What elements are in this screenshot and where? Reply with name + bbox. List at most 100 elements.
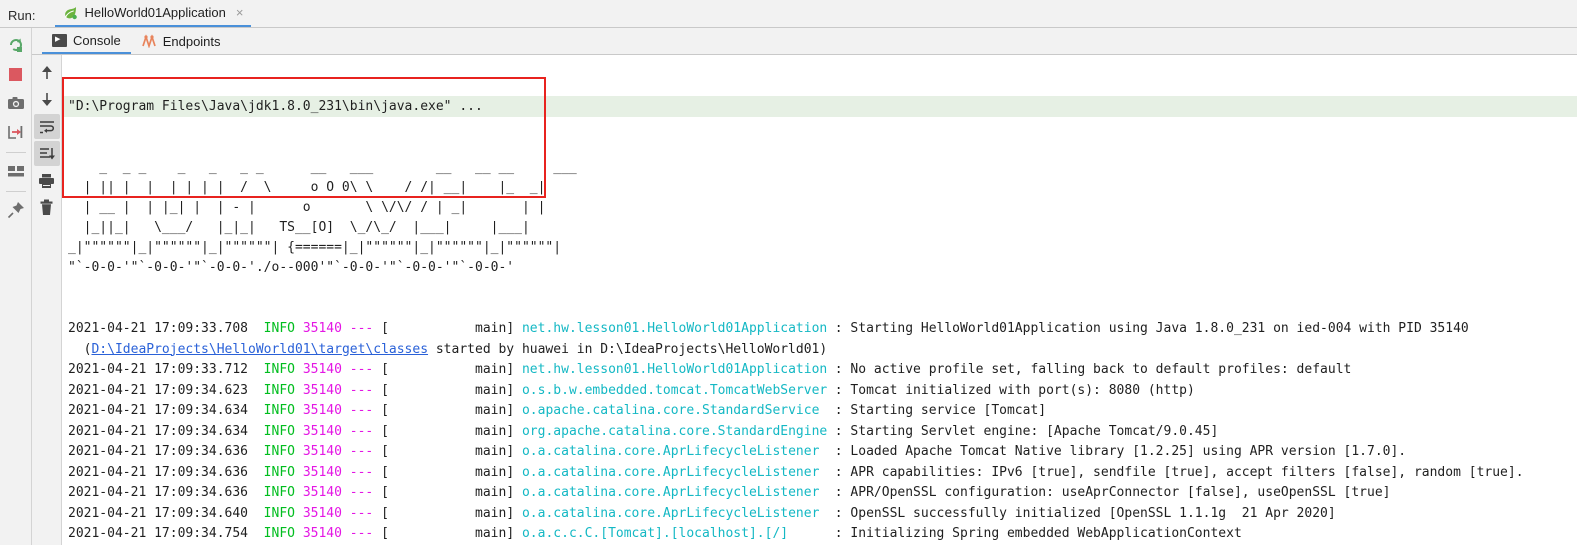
log-message: : Starting Servlet engine: [Apache Tomca… bbox=[834, 423, 1219, 439]
log-pid: 35140 bbox=[302, 362, 342, 377]
console-tab-strip: Console Endpoints bbox=[32, 28, 1577, 55]
log-line: 2021-04-21 17:09:34.640 INFO 35140 --- [… bbox=[62, 504, 1577, 525]
soft-wrap-button[interactable] bbox=[33, 114, 60, 139]
scroll-to-end-button[interactable] bbox=[33, 141, 60, 166]
log-line: 2021-04-21 17:09:34.754 INFO 35140 --- [… bbox=[62, 524, 1577, 545]
console-output[interactable]: "D:\Program Files\Java\jdk1.8.0_231\bin\… bbox=[62, 55, 1577, 545]
log-separator: --- bbox=[349, 505, 374, 521]
toolbar-divider bbox=[5, 152, 26, 153]
log-line: 2021-04-21 17:09:33.708 INFO 35140 --- [… bbox=[62, 319, 1577, 340]
pin-tab-button[interactable] bbox=[2, 197, 30, 223]
log-message: : APR capabilities: IPv6 [true], sendfil… bbox=[834, 464, 1524, 480]
log-message: : OpenSSL successfully initialized [Open… bbox=[834, 505, 1336, 521]
log-logger: o.a.catalina.core.AprLifecycleListener bbox=[521, 505, 820, 521]
log-thread: [ main] bbox=[381, 321, 515, 336]
screenshot-button[interactable] bbox=[2, 90, 30, 116]
log-timestamp: 2021-04-21 17:09:34.636 bbox=[68, 444, 249, 459]
print-button[interactable] bbox=[34, 168, 60, 193]
log-timestamp: 2021-04-21 17:09:33.712 bbox=[68, 362, 249, 377]
log-timestamp: 2021-04-21 17:09:34.634 bbox=[68, 403, 249, 418]
log-level: INFO bbox=[263, 444, 295, 459]
up-arrow-button[interactable] bbox=[34, 60, 60, 85]
run-header-bar: Run: HelloWorld01Application × bbox=[0, 0, 1577, 28]
log-line: 2021-04-21 17:09:34.636 INFO 35140 --- [… bbox=[62, 483, 1577, 504]
log-separator: --- bbox=[349, 485, 374, 500]
log-thread: [ main] bbox=[381, 362, 515, 377]
rerun-button[interactable] bbox=[2, 32, 30, 58]
log-line: 2021-04-21 17:09:34.634 INFO 35140 --- [… bbox=[62, 401, 1577, 422]
layout-button[interactable] bbox=[2, 158, 30, 184]
down-arrow-button[interactable] bbox=[34, 87, 60, 112]
log-pid: 35140 bbox=[302, 485, 342, 500]
run-configuration-tab[interactable]: HelloWorld01Application × bbox=[55, 0, 252, 27]
log-message: : Starting HelloWorld01Application using… bbox=[834, 321, 1469, 336]
thread-dump-button[interactable] bbox=[2, 119, 30, 145]
log-timestamp: 2021-04-21 17:09:34.634 bbox=[68, 423, 249, 439]
banner-line: _|""""""|_|""""""|_|""""""| {======|_|""… bbox=[68, 240, 562, 255]
log-logger: net.hw.lesson01.HelloWorld01Application bbox=[521, 362, 828, 377]
log-level: INFO bbox=[263, 485, 295, 500]
log-logger: o.s.b.w.embedded.tomcat.TomcatWebServer bbox=[521, 382, 828, 398]
classpath-link[interactable]: D:\IdeaProjects\HelloWorld01\target\clas… bbox=[91, 342, 428, 357]
log-thread: [ main] bbox=[381, 505, 515, 521]
run-actions-toolbar bbox=[0, 28, 32, 545]
endpoints-icon bbox=[141, 34, 157, 49]
log-level: INFO bbox=[263, 423, 295, 439]
log-line: 2021-04-21 17:09:33.712 INFO 35140 --- [… bbox=[62, 360, 1577, 381]
log-line: (D:\IdeaProjects\HelloWorld01\target\cla… bbox=[62, 340, 1577, 361]
log-pid: 35140 bbox=[302, 321, 342, 336]
log-timestamp: 2021-04-21 17:09:34.636 bbox=[68, 485, 249, 500]
run-tab-title: HelloWorld01Application bbox=[84, 5, 226, 20]
log-thread: [ main] bbox=[381, 444, 515, 459]
log-line: 2021-04-21 17:09:34.636 INFO 35140 --- [… bbox=[62, 442, 1577, 463]
clear-all-button[interactable] bbox=[34, 195, 60, 220]
log-logger: o.a.catalina.core.AprLifecycleListener bbox=[521, 444, 820, 459]
banner-line: | __ | | |_| | | - | o \ \/\/ / | _| | | bbox=[68, 200, 546, 215]
log-pid: 35140 bbox=[302, 464, 342, 480]
close-icon[interactable]: × bbox=[236, 6, 244, 19]
toolbar-divider-2 bbox=[5, 191, 26, 192]
tab-endpoints[interactable]: Endpoints bbox=[131, 28, 231, 54]
log-pid: 35140 bbox=[302, 403, 342, 418]
log-level: INFO bbox=[263, 321, 295, 336]
log-line: 2021-04-21 17:09:34.636 INFO 35140 --- [… bbox=[62, 463, 1577, 484]
log-logger: net.hw.lesson01.HelloWorld01Application bbox=[521, 321, 828, 336]
log-pid: 35140 bbox=[302, 526, 342, 541]
java-command-line: "D:\Program Files\Java\jdk1.8.0_231\bin\… bbox=[62, 96, 1577, 117]
tab-console-label: Console bbox=[73, 32, 121, 48]
log-level: INFO bbox=[263, 526, 295, 541]
tab-console[interactable]: Console bbox=[42, 28, 131, 54]
log-level: INFO bbox=[263, 382, 295, 398]
banner-line: "`-0-0-'"`-0-0-'"`-0-0-'./o--000'"`-0-0-… bbox=[68, 260, 515, 275]
run-label: Run: bbox=[8, 8, 36, 23]
stop-button[interactable] bbox=[2, 61, 30, 87]
